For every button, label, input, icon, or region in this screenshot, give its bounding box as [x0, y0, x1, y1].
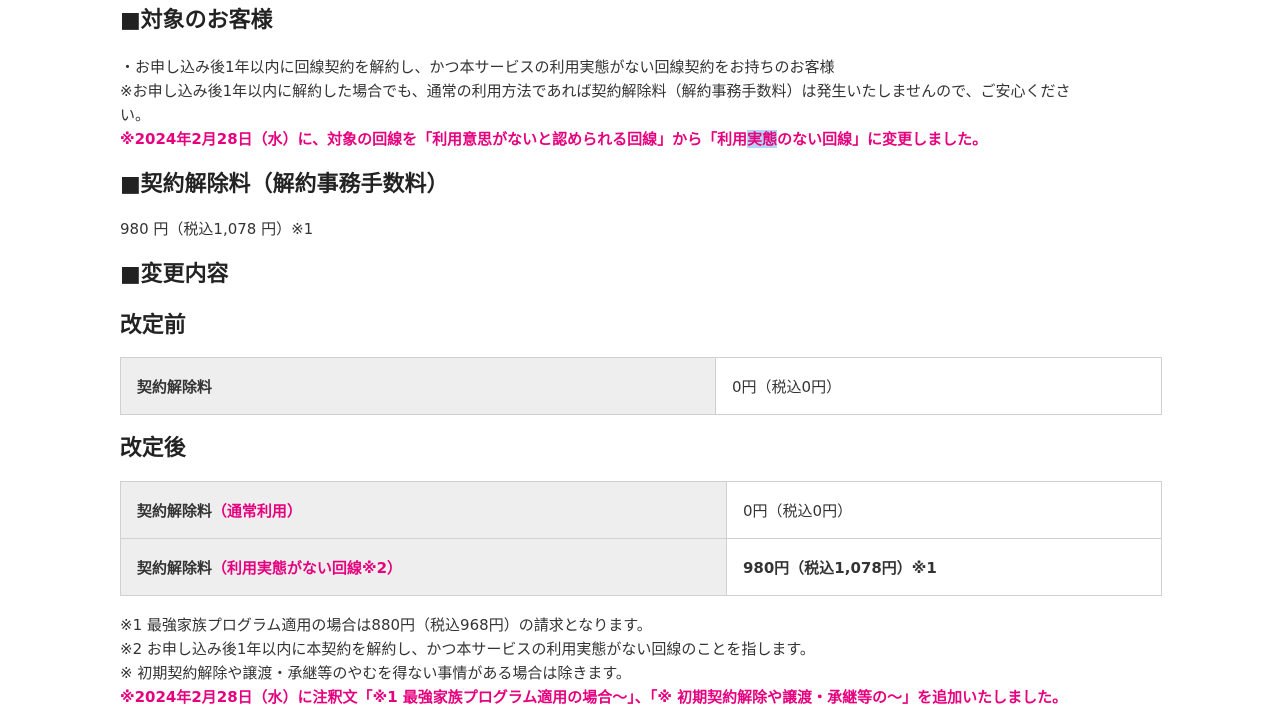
- before-table: 契約解除料 0円（税込0円）: [120, 357, 1162, 415]
- before-row-value: 0円（税込0円）: [715, 357, 1162, 415]
- table-row: 契約解除料（通常利用） 0円（税込0円）: [120, 481, 1162, 539]
- after-row-1-label-text: 契約解除料: [137, 501, 213, 520]
- after-heading: 改定後: [120, 436, 187, 461]
- page: ■対象のお客様 ・お申し込み後1年以内に回線契約を解約し、かつ本サービスの利用実…: [0, 0, 1280, 720]
- target-line-2: ※お申し込み後1年以内に解約した場合でも、通常の利用方法であれば契約解除料（解約…: [120, 82, 1071, 100]
- after-row-1-label: 契約解除料（通常利用）: [120, 481, 727, 539]
- after-table: 契約解除料（通常利用） 0円（税込0円） 契約解除料（利用実態がない回線※2） …: [120, 481, 1162, 596]
- target-heading: ■対象のお客様: [120, 8, 273, 33]
- target-line-2b: い。: [120, 106, 151, 124]
- after-row-2-label: 契約解除料（利用実態がない回線※2）: [120, 538, 727, 596]
- changes-heading: ■変更内容: [120, 262, 229, 287]
- target-notice-highlight[interactable]: 実態: [747, 130, 778, 148]
- footnote-notice: ※2024年2月28日（水）に注釈文「※1 最強家族プログラム適用の場合～」、「…: [120, 688, 1068, 706]
- footnote-1: ※1 最強家族プログラム適用の場合は880円（税込968円）の請求となります。: [120, 616, 652, 634]
- target-line-1: ・お申し込み後1年以内に回線契約を解約し、かつ本サービスの利用実態がない回線契約…: [120, 58, 835, 76]
- fee-heading: ■契約解除料（解約事務手数料）: [120, 172, 449, 197]
- target-notice-part1: ※2024年2月28日（水）に、対象の回線を「利用意思がないと認められる回線」か…: [120, 130, 748, 148]
- target-notice-part2: のない回線」に変更しました。: [777, 130, 988, 148]
- before-row-label: 契約解除料: [120, 357, 716, 415]
- after-row-1-value: 0円（税込0円）: [726, 481, 1162, 539]
- target-notice: ※2024年2月28日（水）に、対象の回線を「利用意思がないと認められる回線」か…: [120, 127, 987, 151]
- table-row: 契約解除料（利用実態がない回線※2） 980円（税込1,078円）※1: [120, 538, 1162, 596]
- after-row-2-value: 980円（税込1,078円）※1: [726, 538, 1162, 596]
- after-row-2-note: （利用実態がない回線※2）: [212, 558, 403, 577]
- after-row-1-note: （通常利用）: [212, 501, 303, 520]
- before-heading: 改定前: [120, 313, 187, 338]
- before-row-label-text: 契約解除料: [137, 377, 213, 396]
- footnote-2: ※2 お申し込み後1年以内に本契約を解約し、かつ本サービスの利用実態がない回線の…: [120, 640, 815, 658]
- footnote-3: ※ 初期契約解除や譲渡・承継等のやむを得ない事情がある場合は除きます。: [120, 664, 631, 682]
- fee-value: 980 円（税込1,078 円）※1: [120, 220, 314, 238]
- table-row: 契約解除料 0円（税込0円）: [120, 357, 1162, 415]
- after-row-2-label-text: 契約解除料: [137, 558, 213, 577]
